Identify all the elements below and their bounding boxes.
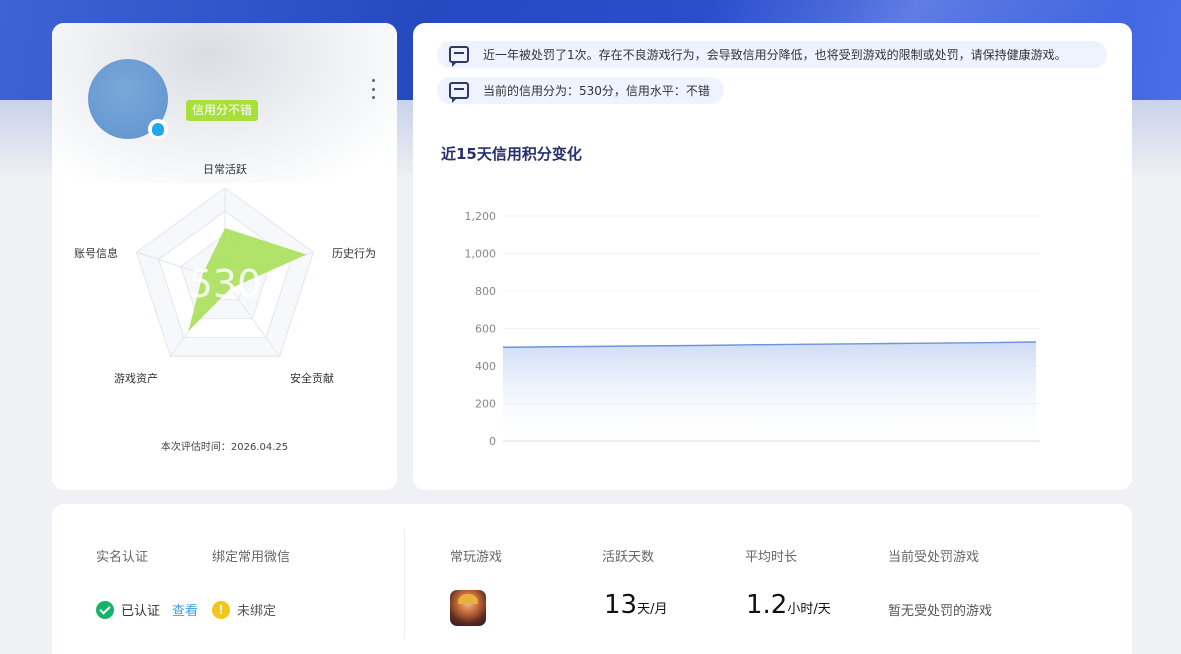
active-days-label: 活跃天数 bbox=[602, 550, 655, 565]
radar-label-assets: 游戏资产 bbox=[114, 371, 158, 385]
message-icon bbox=[449, 82, 469, 103]
x-tick-label: 18日 bbox=[696, 447, 721, 448]
penalty-games-value: 暂无受处罚的游戏 bbox=[888, 604, 993, 619]
chart-point bbox=[542, 345, 546, 349]
realname-status: 已认证 查看 bbox=[96, 600, 198, 619]
chart-point bbox=[993, 341, 997, 345]
realname-label: 实名认证 bbox=[96, 550, 149, 565]
chart-title: 近15天信用积分变化 bbox=[441, 145, 582, 163]
games-label: 常玩游戏 bbox=[450, 550, 503, 565]
x-tick-label: 16日 bbox=[614, 447, 639, 448]
penalty-games-label: 当前受处罚游戏 bbox=[888, 550, 980, 565]
message-icon bbox=[449, 46, 469, 67]
y-tick-label: 1,000 bbox=[465, 248, 497, 261]
x-tick-label: 21日 bbox=[819, 447, 844, 448]
avg-time-unit: 小时/天 bbox=[787, 602, 831, 617]
x-tick-label: 24日 bbox=[942, 447, 967, 448]
x-tick-label: 20日 bbox=[778, 447, 803, 448]
credit-level-tag: 信用分不错 bbox=[186, 100, 259, 121]
avg-time-stat: 1.2小时/天 bbox=[746, 590, 831, 620]
y-tick-label: 1,200 bbox=[465, 210, 497, 223]
realname-status-text: 已认证 bbox=[121, 604, 161, 619]
active-days-stat: 13天/月 bbox=[604, 590, 667, 620]
wechat-status-text: 未绑定 bbox=[237, 604, 277, 619]
penalty-notice: 近一年被处罚了1次。存在不良游戏行为，会导致信用分降低，也将受到游戏的限制或处罚… bbox=[437, 41, 1107, 68]
account-summary-card: 实名认证 绑定常用微信 已认证 查看 ! 未绑定 常玩游戏 活跃天数 平均时长 … bbox=[52, 504, 1132, 654]
warning-icon: ! bbox=[212, 600, 230, 619]
x-tick-label: 17日 bbox=[655, 447, 680, 448]
chart-point bbox=[829, 342, 833, 346]
wechat-status: ! 未绑定 bbox=[212, 600, 276, 619]
score-notice: 当前的信用分为：530分，信用水平：不错 bbox=[437, 77, 724, 104]
chart-area-fill bbox=[503, 342, 1036, 441]
x-tick-label: 13日 bbox=[491, 447, 516, 448]
y-tick-label: 200 bbox=[475, 398, 496, 411]
chart-point bbox=[501, 345, 505, 349]
y-tick-label: 400 bbox=[475, 360, 496, 373]
chart-point bbox=[706, 343, 710, 347]
active-days-value: 13 bbox=[604, 590, 638, 620]
credit-radar-chart: 530 日常活跃 历史行为 安全贡献 游戏资产 账号信息 bbox=[74, 162, 376, 385]
x-tick-label: 15日 bbox=[573, 447, 598, 448]
evaluation-time: 本次评估时间：2026.04.25 bbox=[160, 442, 289, 453]
x-tick-label: 19日 bbox=[737, 447, 762, 448]
chart-point bbox=[788, 342, 792, 346]
x-tick-label: 22日 bbox=[860, 447, 885, 448]
radar-label-history: 历史行为 bbox=[332, 247, 376, 260]
chart-point bbox=[870, 342, 874, 346]
check-circle-icon bbox=[96, 600, 114, 619]
chart-point bbox=[624, 344, 628, 348]
x-tick-label: 26日 bbox=[1024, 447, 1049, 448]
x-tick-label: 23日 bbox=[901, 447, 926, 448]
chart-point bbox=[911, 341, 915, 345]
radar-label-security: 安全贡献 bbox=[290, 371, 334, 385]
view-realname-link[interactable]: 查看 bbox=[172, 600, 198, 619]
y-tick-label: 600 bbox=[475, 323, 496, 336]
section-divider bbox=[404, 529, 405, 639]
radar-label-daily: 日常活跃 bbox=[203, 162, 247, 176]
credit-score: 530 bbox=[189, 262, 262, 306]
chart-point bbox=[1034, 340, 1038, 344]
x-tick-label: 25日 bbox=[983, 447, 1008, 448]
more-options-icon[interactable] bbox=[368, 79, 378, 99]
chart-point bbox=[583, 345, 587, 349]
avg-time-label: 平均时长 bbox=[745, 550, 798, 565]
active-days-unit: 天/月 bbox=[637, 602, 668, 617]
x-tick-label: 14日 bbox=[532, 447, 557, 448]
credit-line-chart: 02004006008001,0001,200 13日14日15日16日17日1… bbox=[465, 210, 1049, 448]
y-axis-ticks: 02004006008001,0001,200 bbox=[465, 210, 497, 448]
x-axis-ticks: 13日 14日 15日 16日 17日 18日 19日 20日 21日 22日 23日 24日 25日 2… bbox=[491, 447, 1049, 448]
credit-history-card: 近一年被处罚了1次。存在不良游戏行为，会导致信用分降低，也将受到游戏的限制或处罚… bbox=[413, 23, 1132, 490]
profile-card: 信用分不错 530 日常活跃 历史行为 安全贡献 游戏资产 账号信息 本次评估时… bbox=[52, 23, 397, 490]
avg-time-value: 1.2 bbox=[746, 590, 788, 620]
chart-point bbox=[952, 341, 956, 345]
penalty-notice-text: 近一年被处罚了1次。存在不良游戏行为，会导致信用分降低，也将受到游戏的限制或处罚… bbox=[483, 48, 1067, 62]
game-app-icon[interactable] bbox=[450, 590, 486, 626]
chart-point bbox=[665, 344, 669, 348]
y-tick-label: 800 bbox=[475, 285, 496, 298]
score-notice-text: 当前的信用分为：530分，信用水平：不错 bbox=[483, 84, 710, 98]
radar-label-account: 账号信息 bbox=[74, 246, 118, 260]
wechat-label: 绑定常用微信 bbox=[212, 550, 291, 565]
qq-badge-icon bbox=[148, 119, 168, 139]
chart-point bbox=[747, 343, 751, 347]
